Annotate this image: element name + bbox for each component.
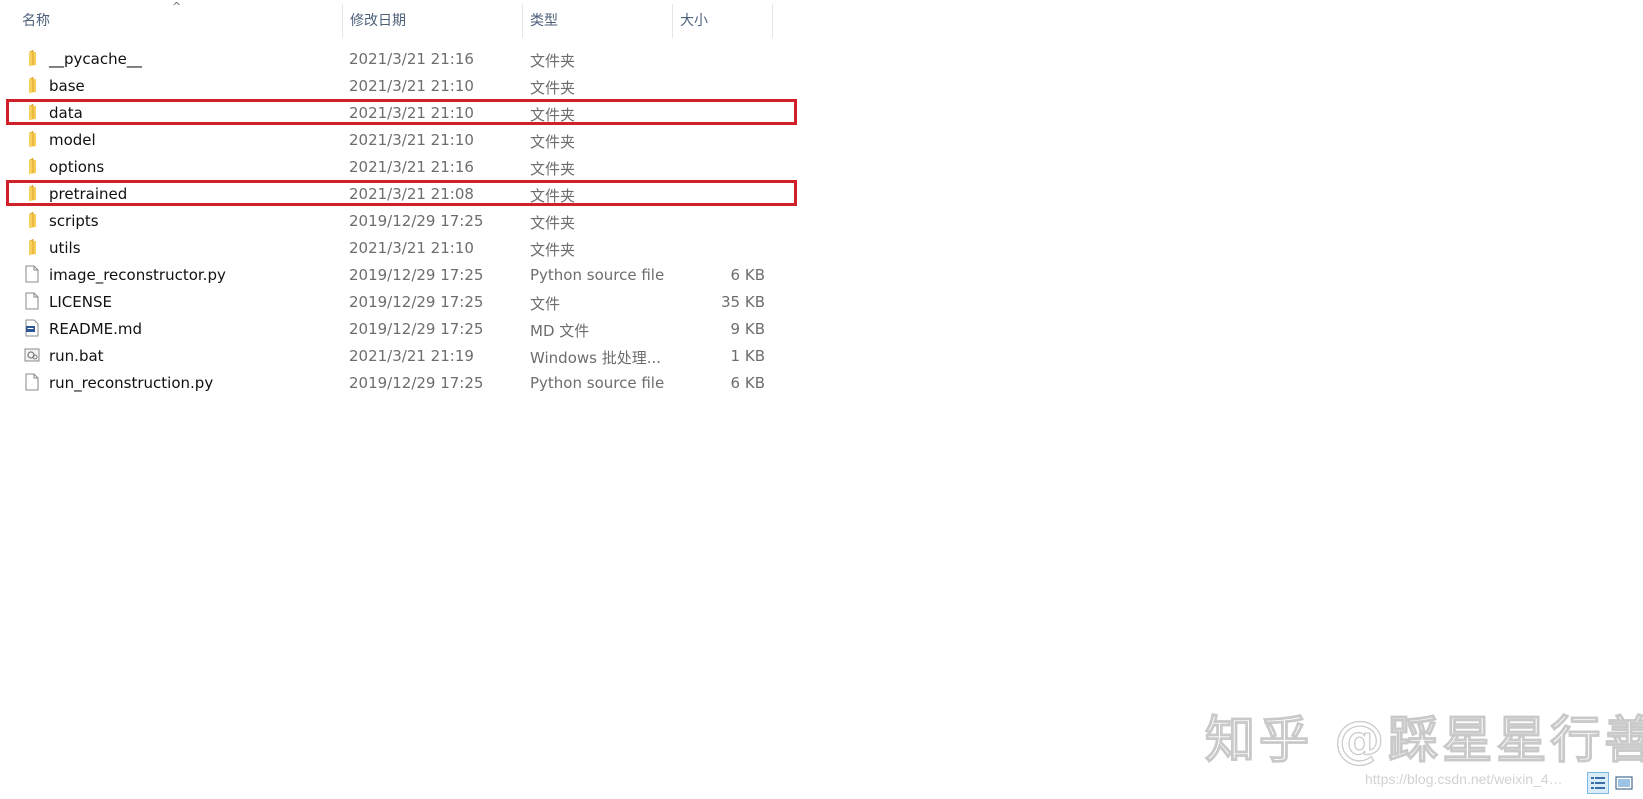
file-row[interactable]: base 2021/3/21 21:10 文件夹 — [0, 72, 780, 99]
file-list: __pycache__ 2021/3/21 21:16 文件夹 base 2021/3/… — [0, 45, 797, 396]
column-header-type[interactable]: 类型 — [522, 0, 672, 40]
file-name: data — [49, 104, 83, 122]
file-row[interactable]: run_reconstruction.py 2019/12/29 17:25 Pyt… — [0, 369, 780, 396]
file-type: 文件夹 — [530, 187, 576, 205]
column-divider[interactable] — [772, 4, 773, 38]
file-type: 文件夹 — [530, 160, 576, 178]
file-type: Python source file — [530, 374, 665, 392]
column-header-date-modified[interactable]: 修改日期 — [342, 0, 522, 40]
file-row[interactable]: options 2021/3/21 21:16 文件夹 — [0, 153, 780, 180]
csdn-url-watermark: https://blog.csdn.net/weixin_4… — [1365, 771, 1563, 787]
file-date-modified: 2021/3/21 21:10 — [349, 239, 474, 257]
file-type: Python source file — [530, 266, 665, 284]
large-icons-view-icon — [1615, 776, 1633, 790]
file-date-modified: 2021/3/21 21:10 — [349, 131, 474, 149]
file-explorer-window: ^ 名称 修改日期 类型 大小 __pycache__ 2021/3/21 21:… — [0, 0, 1643, 799]
file-name: __pycache__ — [49, 50, 142, 68]
file-date-modified: 2021/3/21 21:19 — [349, 347, 474, 365]
file-row[interactable]: scripts 2019/12/29 17:25 文件夹 — [0, 207, 780, 234]
file-date-modified: 2021/3/21 21:10 — [349, 77, 474, 95]
document-icon — [24, 373, 40, 391]
file-type: 文件夹 — [530, 241, 576, 259]
file-type: 文件夹 — [530, 214, 576, 232]
file-type: 文件夹 — [530, 79, 576, 97]
markdown-file-icon — [24, 319, 40, 337]
file-date-modified: 2021/3/21 21:08 — [349, 185, 474, 203]
column-header-name[interactable]: 名称 — [14, 0, 342, 40]
document-icon — [24, 265, 40, 283]
file-type: MD 文件 — [530, 322, 590, 340]
folder-icon — [24, 76, 40, 94]
file-date-modified: 2019/12/29 17:25 — [349, 212, 484, 230]
file-size: 35 KB — [721, 293, 765, 311]
file-row[interactable]: LICENSE 2019/12/29 17:25 文件 35 KB — [0, 288, 780, 315]
file-size: 9 KB — [730, 320, 765, 338]
file-date-modified: 2021/3/21 21:16 — [349, 50, 474, 68]
column-header-size[interactable]: 大小 — [672, 0, 772, 40]
file-row[interactable]: utils 2021/3/21 21:10 文件夹 — [0, 234, 780, 261]
column-header-row: ^ 名称 修改日期 类型 大小 — [0, 0, 775, 40]
document-icon — [24, 292, 40, 310]
file-name: image_reconstructor.py — [49, 266, 226, 284]
folder-icon — [24, 157, 40, 175]
file-name: run_reconstruction.py — [49, 374, 214, 392]
folder-icon — [24, 184, 40, 202]
file-name: run.bat — [49, 347, 104, 365]
file-name: options — [49, 158, 105, 176]
file-size: 6 KB — [730, 266, 765, 284]
file-name: model — [49, 131, 96, 149]
file-row[interactable]: model 2021/3/21 21:10 文件夹 — [0, 126, 780, 153]
file-date-modified: 2021/3/21 21:10 — [349, 104, 474, 122]
file-date-modified: 2019/12/29 17:25 — [349, 374, 484, 392]
file-name: README.md — [49, 320, 143, 338]
file-name: pretrained — [49, 185, 128, 203]
file-row[interactable]: image_reconstructor.py 2019/12/29 17:25 Py… — [0, 261, 780, 288]
file-row-highlighted[interactable]: data 2021/3/21 21:10 文件夹 — [0, 99, 797, 126]
file-row-highlighted[interactable]: pretrained 2021/3/21 21:08 文件夹 — [0, 180, 797, 207]
file-name: LICENSE — [49, 293, 112, 311]
file-name: scripts — [49, 212, 99, 230]
details-view-icon — [1591, 777, 1605, 789]
file-row[interactable]: __pycache__ 2021/3/21 21:16 文件夹 — [0, 45, 780, 72]
folder-icon — [24, 49, 40, 67]
file-row[interactable]: README.md 2019/12/29 17:25 MD 文件 9 KB — [0, 315, 780, 342]
file-name: base — [49, 77, 85, 95]
folder-icon — [24, 238, 40, 256]
file-date-modified: 2019/12/29 17:25 — [349, 320, 484, 338]
file-date-modified: 2019/12/29 17:25 — [349, 293, 484, 311]
file-date-modified: 2021/3/21 21:16 — [349, 158, 474, 176]
file-type: 文件 — [530, 295, 561, 313]
large-icons-view-button[interactable] — [1613, 772, 1635, 794]
file-type: 文件夹 — [530, 133, 576, 151]
folder-icon — [24, 103, 40, 121]
file-date-modified: 2019/12/29 17:25 — [349, 266, 484, 284]
batch-file-icon — [24, 346, 40, 364]
folder-icon — [24, 211, 40, 229]
file-row[interactable]: run.bat 2021/3/21 21:19 Windows 批处理... 1 KB — [0, 342, 780, 369]
file-size: 6 KB — [730, 374, 765, 392]
file-name: utils — [49, 239, 81, 257]
file-type: 文件夹 — [530, 106, 576, 124]
details-view-button[interactable] — [1587, 772, 1609, 794]
file-type: Windows 批处理... — [530, 349, 662, 367]
zhihu-watermark: 知乎 @踩星星行善 — [1204, 710, 1643, 769]
file-type: 文件夹 — [530, 52, 576, 70]
file-size: 1 KB — [730, 347, 765, 365]
folder-icon — [24, 130, 40, 148]
